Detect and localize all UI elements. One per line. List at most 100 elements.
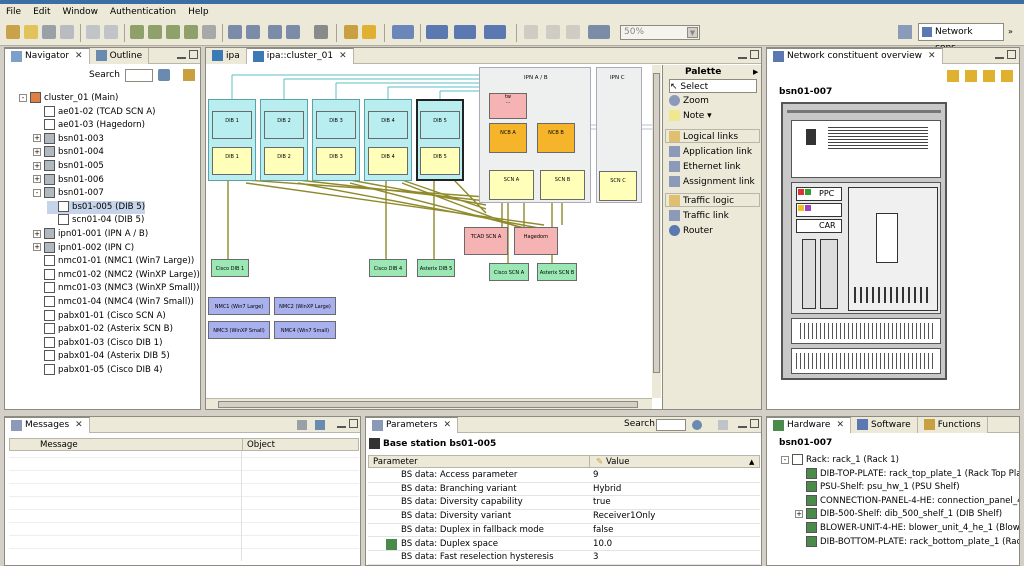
tree-item[interactable]: scn01-04 (DIB 5)	[47, 214, 144, 227]
arrow-dropdown-icon[interactable]	[392, 25, 414, 39]
tree-item[interactable]: + ipn01-002 (IPN C)	[33, 241, 134, 255]
chevron-up-icon[interactable]: ▲	[749, 458, 754, 466]
arrow-down-icon[interactable]	[965, 70, 977, 82]
tab-network-overview[interactable]: Network constituent overview ✕	[767, 47, 943, 64]
table-row[interactable]: BS data: Duplex in fallback mode false	[368, 524, 760, 538]
nmc-node[interactable]: NMC4 (Win7 Small)	[274, 321, 336, 339]
tab-outline[interactable]: Outline	[89, 47, 150, 64]
minimize-icon[interactable]	[738, 50, 747, 59]
maximize-icon[interactable]	[189, 50, 198, 59]
arrow-up-icon[interactable]	[983, 70, 995, 82]
parameter-value[interactable]: Hybrid	[593, 483, 621, 496]
tree-item[interactable]: DIB-BOTTOM-PLATE: rack_bottom_plate_1 (R…	[795, 535, 1019, 549]
chevron-right-icon[interactable]: »	[1008, 27, 1013, 36]
print-icon[interactable]	[314, 25, 328, 39]
search-icon[interactable]	[158, 69, 170, 81]
tw-node[interactable]: tw ···	[489, 93, 527, 119]
tree-item[interactable]: nmc01-01 (NMC1 (Win7 Large))	[33, 255, 194, 268]
parameter-value[interactable]: Receiver1Only	[593, 510, 655, 523]
save-all-icon[interactable]	[60, 25, 74, 39]
copy-icon[interactable]	[718, 420, 728, 430]
tcad-node[interactable]: TCAD SCN A	[464, 227, 508, 255]
copy-icon[interactable]	[228, 25, 242, 39]
dib-scn-node[interactable]: DIB 5	[420, 147, 460, 175]
dib-bts-node[interactable]: DIB 3	[316, 111, 356, 139]
tree-item[interactable]: pabx01-01 (Cisco SCN A)	[33, 309, 166, 323]
ncb-b-node[interactable]: NCB B	[537, 123, 575, 153]
parameter-value[interactable]: true	[593, 496, 611, 509]
tree-item[interactable]: + bsn01-003	[33, 132, 104, 146]
new-icon[interactable]	[6, 25, 20, 39]
horizontal-scrollbar[interactable]	[206, 398, 652, 409]
expand-icon[interactable]: +	[33, 175, 41, 184]
tree-item[interactable]: - bsn01-007	[33, 187, 104, 200]
tab-ipa[interactable]: ipa	[206, 47, 247, 64]
tree-item[interactable]: ae01-03 (Hagedorn)	[33, 119, 145, 132]
menu-authentication[interactable]: Authentication	[110, 7, 176, 17]
link-icon[interactable]	[268, 25, 282, 39]
check-all-icon[interactable]	[148, 25, 162, 39]
palette-select[interactable]: ↖ Select	[669, 79, 757, 93]
pabx-node[interactable]: Cisco SCN A	[489, 263, 529, 281]
edit-icon[interactable]	[202, 25, 216, 39]
menu-help[interactable]: Help	[188, 7, 209, 17]
expand-icon[interactable]: +	[33, 161, 41, 170]
dib-bts-node[interactable]: DIB 1	[212, 111, 252, 139]
maximize-icon[interactable]	[750, 419, 759, 428]
tab-parameters[interactable]: Parameters ✕	[366, 416, 459, 433]
collapse-icon[interactable]: -	[33, 188, 41, 197]
palette-ethernet-link[interactable]: Ethernet link	[669, 160, 741, 174]
menu-file[interactable]: File	[6, 7, 21, 17]
validate-all-icon[interactable]	[184, 25, 198, 39]
tree-item[interactable]: + bsn01-004	[33, 146, 104, 159]
arrange-icon[interactable]	[454, 25, 476, 39]
paste-icon[interactable]	[246, 25, 260, 39]
parameter-value[interactable]: 10.0	[593, 538, 612, 551]
table-row[interactable]: BS data: Duplex space 10.0	[368, 538, 760, 552]
dib-scn-node[interactable]: DIB 3	[316, 147, 356, 175]
lock-icon[interactable]	[362, 25, 376, 39]
dib-scn-node[interactable]: DIB 1	[212, 147, 252, 175]
tree-item[interactable]: pabx01-04 (Asterix DIB 5)	[33, 350, 170, 363]
settings-icon[interactable]	[344, 25, 358, 39]
redo-icon[interactable]	[104, 25, 118, 39]
close-icon[interactable]: ✕	[339, 51, 347, 61]
maximize-icon[interactable]	[1007, 50, 1016, 59]
expand-icon[interactable]: +	[795, 509, 803, 518]
pabx-node[interactable]: Cisco DIB 4	[369, 259, 407, 277]
tree-item[interactable]: DIB-TOP-PLATE: rack_top_plate_1 (Rack To…	[795, 467, 1019, 481]
filter-icon[interactable]	[315, 420, 325, 430]
check-icon[interactable]	[130, 25, 144, 39]
scroll-thumb[interactable]	[218, 401, 638, 408]
collapse-icon[interactable]: -	[781, 455, 789, 464]
tab-hardware[interactable]: Hardware ✕	[767, 416, 851, 433]
expand-icon[interactable]: +	[33, 134, 41, 143]
scn-c-node[interactable]: SCN C	[599, 171, 637, 201]
parameter-value[interactable]: false	[593, 524, 613, 537]
table-row[interactable]: BS data: Diversity capability true	[368, 496, 760, 511]
ncb-a-node[interactable]: NCB A	[489, 123, 527, 153]
minimize-icon[interactable]	[738, 419, 747, 428]
arrow-up-icon[interactable]	[1001, 70, 1013, 82]
dib-bts-node[interactable]: DIB 4	[368, 111, 408, 139]
parameter-value[interactable]: 3	[593, 551, 598, 564]
tree-item[interactable]: BLOWER-UNIT-4-HE: blower_unit_4_he_1 (Bl…	[795, 521, 1019, 535]
vertical-scrollbar[interactable]	[652, 65, 661, 398]
tree-item[interactable]: - cluster_01 (Main)	[19, 92, 118, 105]
column-value[interactable]: ✎ Value	[589, 456, 630, 468]
table-row[interactable]: BS data: Fast reselection hysteresis 3	[368, 551, 760, 565]
minimize-icon[interactable]	[337, 419, 346, 428]
tree-item[interactable]: + bsn01-005	[33, 160, 104, 173]
palette-application-link[interactable]: Application link	[669, 145, 752, 159]
dib-scn-node[interactable]: DIB 2	[264, 147, 304, 175]
tab-software[interactable]: Software	[851, 416, 918, 433]
palette-group-logical-links[interactable]: Logical links	[665, 129, 760, 143]
tree-item[interactable]: CONNECTION-PANEL-4-HE: connection_panel_…	[795, 494, 1019, 508]
tree-item[interactable]: PSU-Shelf: psu_hw_1 (PSU Shelf)	[795, 480, 960, 494]
chevron-down-icon[interactable]: ▼	[687, 27, 698, 38]
tab-ipa-cluster[interactable]: ipa::cluster_01 ✕	[246, 47, 354, 64]
parameter-value[interactable]: 9	[593, 469, 598, 482]
minimize-icon[interactable]	[177, 50, 186, 59]
maximize-icon[interactable]	[349, 419, 358, 428]
clear-icon[interactable]	[297, 420, 307, 430]
